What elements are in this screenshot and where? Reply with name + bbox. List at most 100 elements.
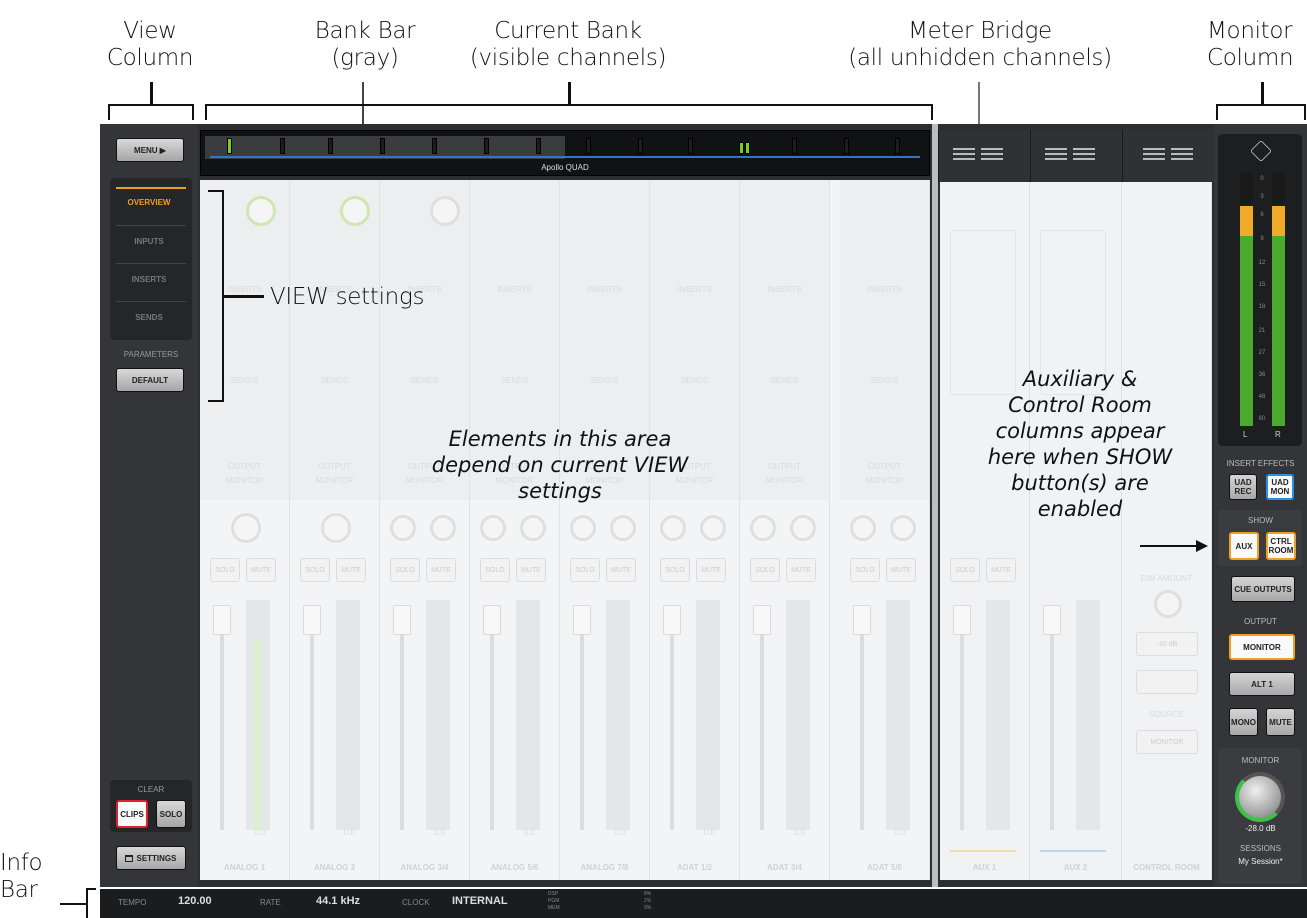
fader-handle[interactable] (213, 605, 231, 635)
mute-button[interactable]: MUTE (516, 558, 546, 582)
window-icon (125, 854, 134, 862)
pan-knob[interactable] (890, 515, 916, 541)
tab-inserts[interactable]: INSERTS (114, 275, 184, 284)
tempo-label: TEMPO (118, 898, 147, 907)
ctrl-room-show-button[interactable]: CTRL ROOM (1266, 532, 1296, 560)
dim-value[interactable]: -10 dB (1136, 632, 1198, 656)
solo-button[interactable]: SOLO (480, 558, 510, 582)
solo-button[interactable]: SOLO (210, 558, 240, 582)
aux-solo-button[interactable]: SOLO (950, 558, 980, 582)
channel-meter (516, 600, 540, 830)
pan-knob[interactable] (570, 515, 596, 541)
solo-clear-button[interactable]: SOLO (156, 800, 186, 828)
pan-knob[interactable] (430, 515, 456, 541)
clips-button[interactable]: CLIPS (116, 800, 148, 828)
solo-button[interactable]: SOLO (850, 558, 880, 582)
fader-handle[interactable] (483, 605, 501, 635)
mute-button[interactable]: MUTE (246, 558, 276, 582)
pan-knob[interactable] (231, 513, 261, 543)
tab-sends[interactable]: SENDS (114, 313, 184, 322)
alt1-button[interactable]: ALT 1 (1229, 672, 1295, 696)
channel-strip: INSERTS SENDS OUTPUT MONITOR SOLO MUTE 0… (650, 180, 740, 880)
dim-knob[interactable] (1154, 590, 1182, 618)
pan-knob[interactable] (321, 513, 351, 543)
fader-handle[interactable] (953, 605, 971, 635)
meter-bridge-column[interactable] (938, 130, 1030, 182)
default-button[interactable]: DEFAULT (116, 368, 184, 392)
monitor-knob[interactable] (1235, 772, 1285, 822)
solo-button[interactable]: SOLO (660, 558, 690, 582)
source-monitor-button[interactable]: MONITOR (1136, 730, 1198, 754)
pan-knob[interactable] (790, 515, 816, 541)
dim-button[interactable] (1136, 670, 1198, 694)
pan-knob[interactable] (850, 515, 876, 541)
tempo-value[interactable]: 120.00 (178, 895, 212, 907)
dim-amount-label: DIM AMOUNT (1140, 574, 1193, 583)
uad-mon-button[interactable]: UAD MON (1266, 474, 1294, 500)
mute-monitor-button[interactable]: MUTE (1266, 708, 1295, 736)
menu-button[interactable]: MENU ▶ (116, 138, 184, 162)
info-bar (100, 889, 1307, 918)
meter-icon (1143, 148, 1165, 160)
channel-strip: INSERTS SENDS OUTPUT MONITOR SOLO MUTE 0… (740, 180, 830, 880)
fader-handle[interactable] (663, 605, 681, 635)
mute-button[interactable]: MUTE (696, 558, 726, 582)
fader-handle[interactable] (573, 605, 591, 635)
channel-meter (426, 600, 450, 830)
solo-button[interactable]: SOLO (750, 558, 780, 582)
session-name[interactable]: My Session* (1214, 857, 1307, 866)
solo-button[interactable]: SOLO (390, 558, 420, 582)
aux-name: AUX 1 (972, 863, 997, 872)
show-label: SHOW (1248, 516, 1273, 525)
bank-meter (484, 138, 489, 154)
pan-knob[interactable] (520, 515, 546, 541)
cue-outputs-button[interactable]: CUE OUTPUTS (1231, 576, 1295, 602)
fader-handle[interactable] (853, 605, 871, 635)
pan-knob[interactable] (660, 515, 686, 541)
pan-knob[interactable] (480, 515, 506, 541)
control-room-name: CONTROL ROOM (1133, 863, 1200, 872)
aux-mute-button[interactable]: MUTE (986, 558, 1016, 582)
bank-meter (536, 138, 541, 154)
gain-knob[interactable] (340, 196, 370, 226)
tab-overview[interactable]: OVERVIEW (114, 198, 184, 207)
gain-knob[interactable] (246, 196, 276, 226)
mute-button[interactable]: MUTE (426, 558, 456, 582)
aux-name: AUX 2 (1063, 863, 1088, 872)
monitor-output-button[interactable]: MONITOR (1229, 634, 1295, 660)
bank-meter (586, 138, 591, 154)
mono-button[interactable]: MONO (1229, 708, 1258, 736)
fader-handle[interactable] (753, 605, 771, 635)
mute-button[interactable]: MUTE (786, 558, 816, 582)
solo-button[interactable]: SOLO (300, 558, 330, 582)
tab-inputs[interactable]: INPUTS (114, 237, 184, 246)
pan-knob[interactable] (390, 515, 416, 541)
rate-value[interactable]: 44.1 kHz (316, 895, 360, 907)
clock-value[interactable]: INTERNAL (452, 895, 508, 907)
bank-bar-annotation: Bank Bar (gray) (314, 18, 416, 71)
rate-label: RATE (260, 898, 281, 907)
pan-knob[interactable] (700, 515, 726, 541)
fader-handle[interactable] (1043, 605, 1061, 635)
solo-button[interactable]: SOLO (570, 558, 600, 582)
monitor-level-value: -28.0 dB (1245, 824, 1276, 833)
bank-meter (380, 138, 385, 154)
mute-button[interactable]: MUTE (606, 558, 636, 582)
gain-knob[interactable] (430, 196, 460, 226)
bank-meter (792, 138, 797, 154)
clock-label: CLOCK (402, 898, 430, 907)
fader-handle[interactable] (393, 605, 411, 635)
settings-button[interactable]: SETTINGS (116, 846, 186, 870)
bank-meter (844, 138, 849, 154)
meter-bridge-column[interactable] (1122, 130, 1214, 182)
fader-handle[interactable] (303, 605, 321, 635)
dsp-meter: DSP 8% PGM 2% MEM 0% (548, 891, 652, 911)
pan-knob[interactable] (750, 515, 776, 541)
mute-button[interactable]: MUTE (886, 558, 916, 582)
mute-button[interactable]: MUTE (336, 558, 366, 582)
meter-bridge-column[interactable] (1030, 130, 1122, 182)
view-settings-bracket (208, 190, 224, 402)
uad-rec-button[interactable]: UAD REC (1229, 474, 1257, 500)
aux-show-button[interactable]: AUX (1229, 532, 1259, 560)
pan-knob[interactable] (610, 515, 636, 541)
